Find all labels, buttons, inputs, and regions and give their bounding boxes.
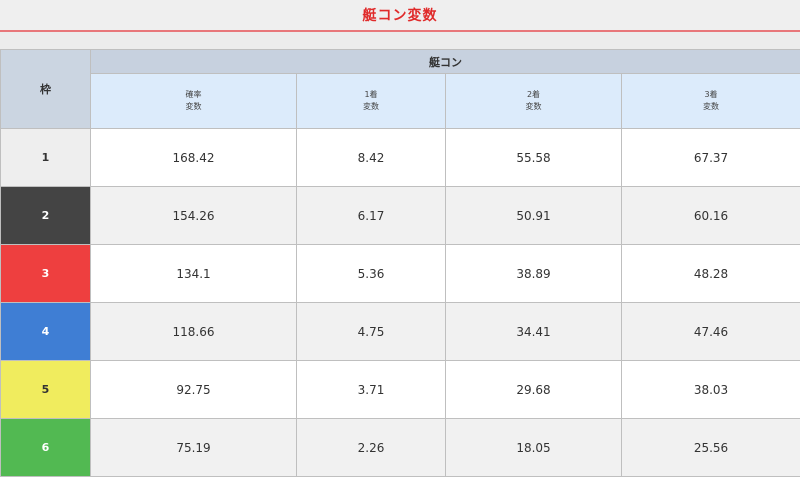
column-header-1: 確率変数 <box>91 74 297 129</box>
column-header-line2: 変数 <box>623 101 799 113</box>
value-cell: 2.26 <box>297 419 446 477</box>
column-header-line1: 3着 <box>623 89 799 101</box>
value-cell: 168.42 <box>91 129 297 187</box>
column-header-line1: 2着 <box>447 89 620 101</box>
table-row: 3134.15.3638.8948.28 <box>1 245 800 303</box>
value-cell: 75.19 <box>91 419 297 477</box>
frame-number-cell: 6 <box>1 419 91 477</box>
group-column-header: 艇コン <box>91 50 800 74</box>
frame-number-cell: 5 <box>1 361 91 419</box>
value-cell: 134.1 <box>91 245 297 303</box>
column-header-line2: 変数 <box>92 101 295 113</box>
frame-number-cell: 3 <box>1 245 91 303</box>
value-cell: 50.91 <box>446 187 622 245</box>
value-cell: 4.75 <box>297 303 446 361</box>
column-header-3: 2着変数 <box>446 74 622 129</box>
value-cell: 38.03 <box>622 361 800 419</box>
boat-condition-table: 枠 艇コン 確率変数1着変数2着変数3着変数 1168.428.4255.586… <box>0 49 800 477</box>
value-cell: 38.89 <box>446 245 622 303</box>
frame-column-header: 枠 <box>1 50 91 129</box>
value-cell: 25.56 <box>622 419 800 477</box>
value-cell: 47.46 <box>622 303 800 361</box>
column-header-4: 3着変数 <box>622 74 800 129</box>
value-cell: 6.17 <box>297 187 446 245</box>
column-header-line1: 1着 <box>298 89 444 101</box>
value-cell: 60.16 <box>622 187 800 245</box>
table-row: 4118.664.7534.4147.46 <box>1 303 800 361</box>
value-cell: 34.41 <box>446 303 622 361</box>
value-cell: 55.58 <box>446 129 622 187</box>
value-cell: 5.36 <box>297 245 446 303</box>
table-row: 592.753.7129.6838.03 <box>1 361 800 419</box>
value-cell: 67.37 <box>622 129 800 187</box>
value-cell: 8.42 <box>297 129 446 187</box>
page-title: 艇コン変数 <box>363 5 438 25</box>
value-cell: 18.05 <box>446 419 622 477</box>
value-cell: 29.68 <box>446 361 622 419</box>
frame-number-cell: 2 <box>1 187 91 245</box>
column-header-2: 1着変数 <box>297 74 446 129</box>
table-row: 1168.428.4255.5867.37 <box>1 129 800 187</box>
table-row: 675.192.2618.0525.56 <box>1 419 800 477</box>
value-cell: 3.71 <box>297 361 446 419</box>
column-header-line1: 確率 <box>92 89 295 101</box>
column-header-line2: 変数 <box>447 101 620 113</box>
frame-number-cell: 1 <box>1 129 91 187</box>
frame-number-cell: 4 <box>1 303 91 361</box>
page-header: 艇コン変数 <box>0 0 800 32</box>
table-row: 2154.266.1750.9160.16 <box>1 187 800 245</box>
value-cell: 154.26 <box>91 187 297 245</box>
column-header-line2: 変数 <box>298 101 444 113</box>
value-cell: 118.66 <box>91 303 297 361</box>
value-cell: 92.75 <box>91 361 297 419</box>
value-cell: 48.28 <box>622 245 800 303</box>
